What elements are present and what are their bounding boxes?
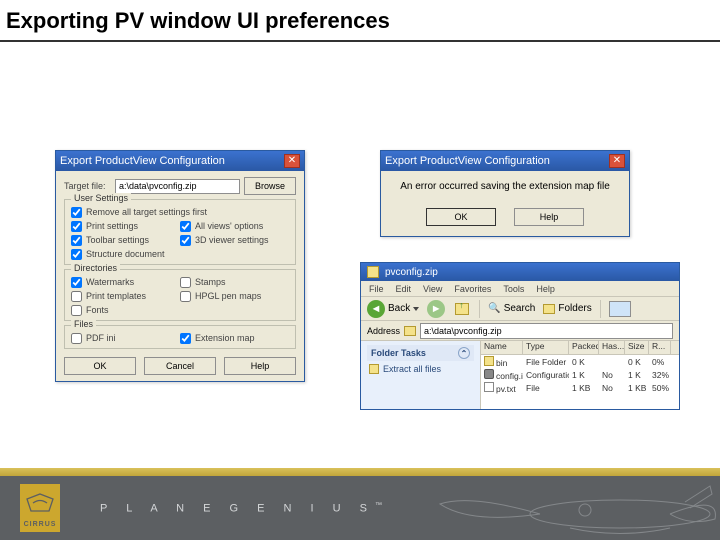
chk-print[interactable]: Print settings bbox=[71, 219, 180, 233]
extract-icon bbox=[369, 364, 379, 374]
plane-sketch bbox=[420, 484, 720, 544]
chk-remove-all-label: Remove all target settings first bbox=[86, 207, 207, 217]
search-icon: 🔍 bbox=[488, 303, 500, 314]
list-item[interactable]: config.ini Configuration... 1 K No 1 K 3… bbox=[481, 368, 679, 381]
footer-dark: CIRRUS P L A N E G E N I U S™ bbox=[0, 476, 720, 540]
list-item[interactable]: bin File Folder 0 K 0 K 0% bbox=[481, 355, 679, 368]
folders-button[interactable]: Folders bbox=[543, 303, 591, 314]
search-button[interactable]: 🔍Search bbox=[488, 303, 535, 314]
explorer-toolbar: ◄ Back ► ↑ 🔍Search Folders bbox=[361, 297, 679, 321]
shield-icon bbox=[25, 488, 55, 518]
footer: CIRRUS P L A N E G E N I U S™ bbox=[0, 468, 720, 540]
group-user-settings: User Settings Remove all target settings… bbox=[64, 199, 296, 265]
chk-remove-all[interactable]: Remove all target settings first bbox=[71, 205, 289, 219]
error-ok-button[interactable]: OK bbox=[426, 208, 496, 226]
explorer-title-text: pvconfig.zip bbox=[385, 267, 438, 278]
chk-stamps[interactable]: Stamps bbox=[180, 275, 289, 289]
chk-extmap[interactable]: Extension map bbox=[180, 331, 289, 345]
title-underline bbox=[0, 40, 720, 42]
export-title-text: Export ProductView Configuration bbox=[60, 155, 225, 167]
address-input[interactable] bbox=[420, 323, 673, 339]
help-button[interactable]: Help bbox=[224, 357, 296, 375]
col-packed[interactable]: Packed... bbox=[569, 341, 599, 354]
group-title-files: Files bbox=[71, 319, 96, 329]
address-label: Address bbox=[367, 326, 400, 336]
explorer-titlebar: pvconfig.zip bbox=[361, 263, 679, 281]
explorer-window: pvconfig.zip File Edit View Favorites To… bbox=[360, 262, 680, 410]
col-has[interactable]: Has... bbox=[599, 341, 625, 354]
col-type[interactable]: Type bbox=[523, 341, 569, 354]
footer-gold-band bbox=[0, 468, 720, 476]
gear-icon bbox=[484, 369, 494, 379]
col-size[interactable]: Size bbox=[625, 341, 649, 354]
up-button[interactable]: ↑ bbox=[453, 300, 471, 318]
cancel-button[interactable]: Cancel bbox=[144, 357, 216, 375]
back-icon: ◄ bbox=[367, 300, 385, 318]
menu-favorites[interactable]: Favorites bbox=[454, 284, 491, 294]
error-message: An error occurred saving the extension m… bbox=[381, 171, 629, 202]
col-name[interactable]: Name bbox=[481, 341, 523, 354]
folders-icon bbox=[543, 304, 555, 314]
zip-icon bbox=[367, 266, 379, 278]
chk-printtpl[interactable]: Print templates bbox=[71, 289, 180, 303]
close-icon[interactable]: ✕ bbox=[284, 154, 300, 168]
list-header: Name Type Packed... Has... Size R... bbox=[481, 341, 679, 355]
menu-tools[interactable]: Tools bbox=[503, 284, 524, 294]
group-directories: Directories Watermarks Stamps Print temp… bbox=[64, 269, 296, 321]
error-titlebar: Export ProductView Configuration ✕ bbox=[381, 151, 629, 171]
extract-all-link[interactable]: Extract all files bbox=[367, 361, 474, 377]
chk-hpgl[interactable]: HPGL pen maps bbox=[180, 289, 289, 303]
chevron-down-icon bbox=[413, 307, 419, 311]
chk-allviews[interactable]: All views' options bbox=[180, 219, 289, 233]
chk-3dviewer[interactable]: 3D viewer settings bbox=[180, 233, 289, 247]
file-list: Name Type Packed... Has... Size R... bin… bbox=[481, 341, 679, 409]
target-input[interactable] bbox=[115, 179, 240, 194]
address-bar: Address bbox=[361, 321, 679, 341]
brand-text: P L A N E G E N I U S™ bbox=[100, 502, 382, 515]
col-ratio[interactable]: R... bbox=[649, 341, 671, 354]
chk-watermarks[interactable]: Watermarks bbox=[71, 275, 180, 289]
folder-icon bbox=[484, 356, 494, 366]
list-item[interactable]: pv.txt File 1 KB No 1 KB 50% bbox=[481, 381, 679, 394]
export-titlebar: Export ProductView Configuration ✕ bbox=[56, 151, 304, 171]
cirrus-logo: CIRRUS bbox=[20, 484, 60, 532]
chk-toolbar[interactable]: Toolbar settings bbox=[71, 233, 180, 247]
group-title-dir: Directories bbox=[71, 263, 120, 273]
explorer-side-panel: Folder Tasks ⌃ Extract all files bbox=[361, 341, 481, 409]
explorer-menubar: File Edit View Favorites Tools Help bbox=[361, 281, 679, 297]
chk-structure[interactable]: Structure document bbox=[71, 247, 180, 261]
side-header[interactable]: Folder Tasks ⌃ bbox=[367, 345, 474, 361]
error-dialog: Export ProductView Configuration ✕ An er… bbox=[380, 150, 630, 237]
browse-button[interactable]: Browse bbox=[244, 177, 296, 195]
ok-button[interactable]: OK bbox=[64, 357, 136, 375]
menu-view[interactable]: View bbox=[423, 284, 442, 294]
views-button[interactable] bbox=[609, 301, 631, 317]
forward-button[interactable]: ► bbox=[427, 300, 445, 318]
menu-help[interactable]: Help bbox=[536, 284, 555, 294]
close-icon[interactable]: ✕ bbox=[609, 154, 625, 168]
export-dialog: Export ProductView Configuration ✕ Targe… bbox=[55, 150, 305, 382]
chk-pdfini[interactable]: PDF ini bbox=[71, 331, 180, 345]
error-help-button[interactable]: Help bbox=[514, 208, 584, 226]
page-title: Exporting PV window UI preferences bbox=[0, 0, 720, 34]
group-files: Files PDF ini Extension map bbox=[64, 325, 296, 349]
back-button[interactable]: ◄ Back bbox=[367, 300, 419, 318]
menu-edit[interactable]: Edit bbox=[396, 284, 412, 294]
collapse-icon: ⌃ bbox=[458, 347, 470, 359]
error-title-text: Export ProductView Configuration bbox=[385, 155, 550, 167]
menu-file[interactable]: File bbox=[369, 284, 384, 294]
chk-fonts[interactable]: Fonts bbox=[71, 303, 180, 317]
target-label: Target file: bbox=[64, 181, 111, 191]
folder-up-icon: ↑ bbox=[455, 303, 469, 315]
folder-icon bbox=[404, 326, 416, 336]
file-icon bbox=[484, 382, 494, 392]
group-title-user: User Settings bbox=[71, 193, 131, 203]
